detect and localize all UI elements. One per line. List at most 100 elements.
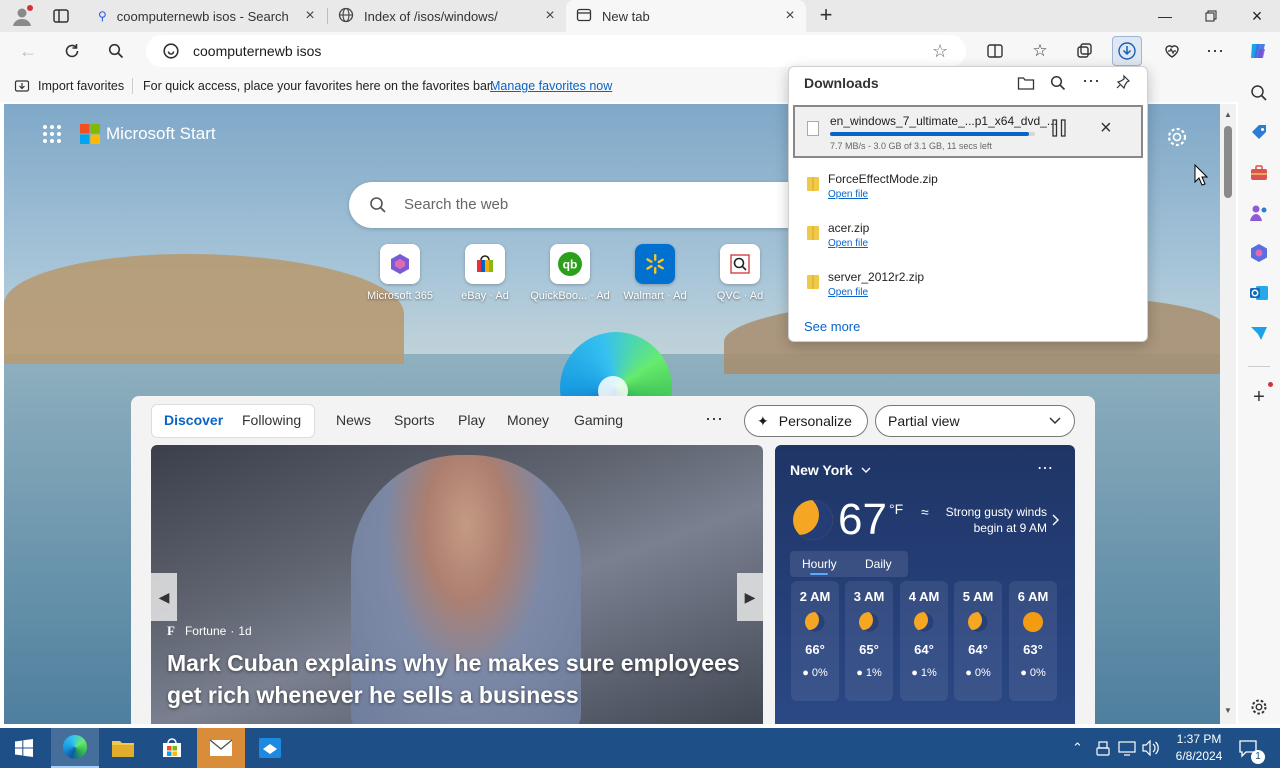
- download-item[interactable]: acer.zip Open file: [793, 213, 1143, 261]
- games-icon[interactable]: [1248, 202, 1270, 224]
- tab-news[interactable]: News: [336, 412, 371, 428]
- web-search-box[interactable]: Search the web: [349, 182, 829, 228]
- close-tab-icon[interactable]: ×: [302, 8, 318, 24]
- sidebar-settings-icon[interactable]: [1248, 696, 1270, 718]
- active-download[interactable]: en_windows_7_ultimate_...p1_x64_dvd_... …: [793, 105, 1143, 158]
- taskbar-store[interactable]: [148, 728, 196, 768]
- tab-money[interactable]: Money: [507, 412, 549, 428]
- volume-icon[interactable]: [1142, 739, 1160, 759]
- back-icon[interactable]: ←: [13, 36, 43, 66]
- scroll-up-icon[interactable]: ▲: [1224, 110, 1232, 119]
- see-more-link[interactable]: See more: [804, 319, 860, 334]
- tab-following[interactable]: Following: [242, 412, 301, 428]
- weather-card[interactable]: New York ⋯ 67 °F ≈ Strong gusty winds be…: [775, 445, 1075, 724]
- send-icon[interactable]: [1248, 322, 1270, 344]
- tab-discover[interactable]: Discover: [164, 412, 223, 428]
- profile-icon[interactable]: [10, 4, 34, 28]
- pause-icon[interactable]: [1051, 119, 1067, 137]
- split-screen-icon[interactable]: [980, 36, 1010, 66]
- tools-icon[interactable]: [1248, 162, 1270, 184]
- tab-sports[interactable]: Sports: [394, 412, 434, 428]
- next-story-button[interactable]: ▶: [737, 573, 763, 621]
- quick-link-microsoft365[interactable]: Microsoft 365: [360, 244, 440, 302]
- page-scrollbar[interactable]: ▲ ▼: [1220, 104, 1236, 724]
- clock-time[interactable]: 1:37 PM: [1174, 732, 1224, 746]
- import-favorites-icon[interactable]: [14, 78, 30, 97]
- personalize-button[interactable]: ✦ Personalize: [744, 405, 868, 437]
- usb-icon[interactable]: [1096, 740, 1110, 759]
- favorites-icon[interactable]: ☆: [1025, 36, 1055, 66]
- open-file-link[interactable]: Open file: [828, 238, 868, 249]
- outlook-icon[interactable]: [1248, 282, 1270, 304]
- download-item[interactable]: ForceEffectMode.zip Open file: [793, 164, 1143, 212]
- tab-new-tab[interactable]: New tab ×: [566, 0, 806, 32]
- copilot-icon[interactable]: [1243, 36, 1273, 66]
- featured-story-card[interactable]: ◀ ▶ F Fortune · 1d Mark Cuban explains w…: [151, 445, 763, 724]
- tab-daily[interactable]: Daily: [865, 557, 892, 571]
- collections-icon[interactable]: [1069, 36, 1099, 66]
- open-file-link[interactable]: Open file: [828, 287, 868, 298]
- story-headline[interactable]: Mark Cuban explains why he makes sure em…: [167, 647, 747, 711]
- scroll-down-icon[interactable]: ▼: [1224, 706, 1232, 715]
- chevron-down-icon[interactable]: [860, 463, 872, 481]
- manage-favorites-link[interactable]: Manage favorites now: [490, 79, 612, 93]
- tab-actions-icon[interactable]: [52, 7, 70, 25]
- favorites-hint: For quick access, place your favorites h…: [143, 79, 494, 93]
- search-downloads-icon[interactable]: [1050, 75, 1066, 96]
- close-window-button[interactable]: ×: [1234, 0, 1280, 32]
- open-file-link[interactable]: Open file: [828, 189, 868, 200]
- add-icon[interactable]: +: [1248, 386, 1270, 408]
- page-settings-icon[interactable]: [1166, 126, 1188, 148]
- brand-title[interactable]: Microsoft Start: [106, 124, 216, 144]
- tab-search[interactable]: ⚲ coomputernewb isos - Search ×: [88, 0, 326, 32]
- shopping-tag-icon[interactable]: [1248, 122, 1270, 144]
- scrollbar-thumb[interactable]: [1224, 126, 1232, 198]
- search-icon[interactable]: [101, 36, 131, 66]
- clock-date[interactable]: 6/8/2024: [1172, 749, 1226, 763]
- refresh-icon[interactable]: [57, 36, 87, 66]
- folder-icon[interactable]: [1017, 75, 1035, 96]
- view-selector[interactable]: Partial view: [875, 405, 1075, 437]
- quick-link-quickbooks[interactable]: qb QuickBoo... · Ad: [530, 244, 610, 302]
- address-bar[interactable]: coomputernewb isos ☆: [146, 35, 966, 67]
- new-tab-button[interactable]: +: [814, 4, 838, 28]
- downloads-icon[interactable]: [1112, 36, 1142, 66]
- quickbooks-icon: qb: [550, 244, 590, 284]
- tab-play[interactable]: Play: [458, 412, 485, 428]
- taskbar-edge[interactable]: [51, 728, 99, 768]
- weather-alert[interactable]: Strong gusty winds begin at 9 AM: [937, 504, 1047, 536]
- browser-essentials-icon[interactable]: [1157, 36, 1187, 66]
- apps-grid-icon[interactable]: [42, 124, 62, 144]
- download-item[interactable]: server_2012r2.zip Open file: [793, 262, 1143, 310]
- cancel-download-icon[interactable]: ×: [1100, 117, 1112, 140]
- minimize-button[interactable]: —: [1142, 0, 1188, 32]
- taskbar-mail[interactable]: [197, 728, 245, 768]
- more-options-icon[interactable]: ⋯: [1082, 71, 1100, 92]
- network-icon[interactable]: [1118, 740, 1136, 759]
- close-tab-icon[interactable]: ×: [542, 8, 558, 24]
- tab-hourly[interactable]: Hourly: [802, 557, 837, 571]
- quick-link-walmart[interactable]: Walmart · Ad: [615, 244, 695, 302]
- import-favorites-button[interactable]: Import favorites: [38, 79, 124, 93]
- tab-index[interactable]: Index of /isos/windows/ ×: [328, 0, 566, 32]
- taskbar-app[interactable]: [246, 728, 294, 768]
- search-icon[interactable]: [1248, 82, 1270, 104]
- microsoft365-icon[interactable]: [1248, 242, 1270, 264]
- pin-icon[interactable]: [1115, 74, 1131, 95]
- previous-story-button[interactable]: ◀: [151, 573, 177, 621]
- zip-file-icon: [807, 177, 819, 191]
- show-hidden-icons-icon[interactable]: ⌃: [1072, 740, 1083, 756]
- favorite-star-icon[interactable]: ☆: [932, 41, 948, 62]
- more-menu-icon[interactable]: ⋯: [1200, 36, 1230, 66]
- restore-button[interactable]: [1188, 0, 1234, 32]
- quick-link-ebay[interactable]: eBay · Ad: [445, 244, 525, 302]
- start-button[interactable]: [0, 728, 48, 768]
- chevron-right-icon[interactable]: [1051, 513, 1059, 531]
- tab-gaming[interactable]: Gaming: [574, 412, 623, 428]
- weather-more-icon[interactable]: ⋯: [1037, 458, 1053, 478]
- close-tab-icon[interactable]: ×: [782, 8, 798, 24]
- quick-link-qvc[interactable]: QVC · Ad: [700, 244, 780, 302]
- weather-location[interactable]: New York: [790, 462, 853, 478]
- taskbar-file-explorer[interactable]: [99, 728, 147, 768]
- more-tabs-icon[interactable]: ⋯: [705, 409, 723, 430]
